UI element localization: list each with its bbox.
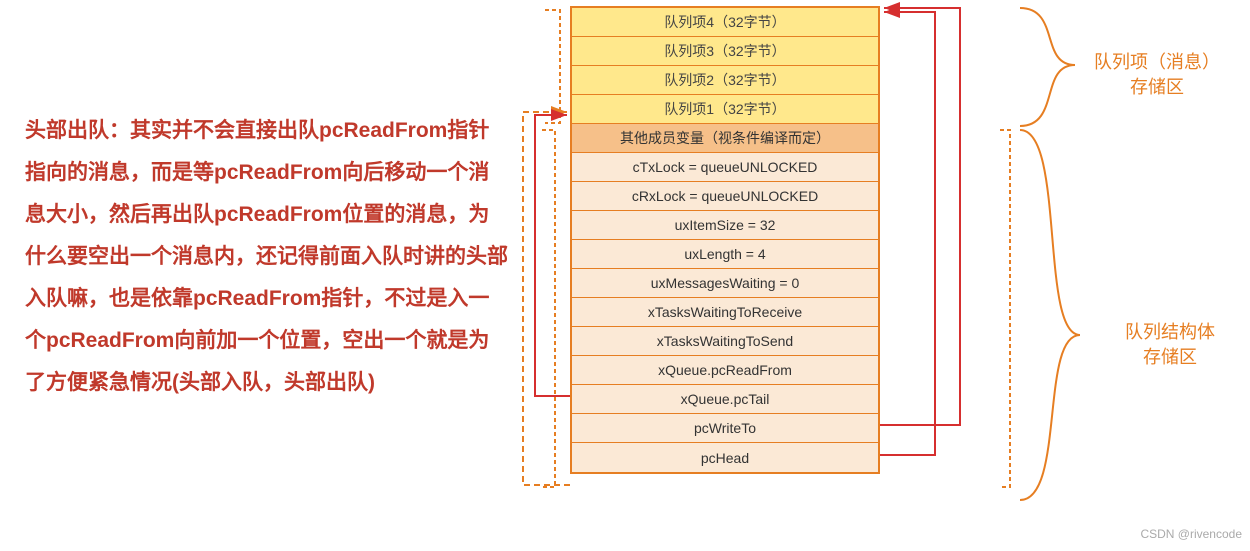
queue-item-2: 队列项2（32字节）: [572, 66, 878, 95]
crxlock-row: cRxLock = queueUNLOCKED: [572, 182, 878, 211]
pchead-row: pcHead: [572, 443, 878, 472]
uxlength-row: uxLength = 4: [572, 240, 878, 269]
diagram-table: 队列项4（32字节） 队列项3（32字节） 队列项2（32字节） 队列项1（32…: [570, 6, 880, 474]
queue-item-1: 队列项1（32字节）: [572, 95, 878, 124]
queue-item-3: 队列项3（32字节）: [572, 37, 878, 66]
pctail-row: xQueue.pcTail: [572, 385, 878, 414]
pcreadfrom-row: xQueue.pcReadFrom: [572, 356, 878, 385]
queue-item-4: 队列项4（32字节）: [572, 8, 878, 37]
xtaskswaitingtoreceive-row: xTasksWaitingToReceive: [572, 298, 878, 327]
ctxlock-row: cTxLock = queueUNLOCKED: [572, 153, 878, 182]
storage-label-bottom: 队列结构体存储区: [1125, 320, 1215, 370]
storage-label-top: 队列项（消息）存储区: [1094, 50, 1220, 100]
uxitemsize-row: uxItemSize = 32: [572, 211, 878, 240]
explanation-text: 头部出队：其实并不会直接出队pcReadFrom指针指向的消息，而是等pcRea…: [25, 110, 510, 404]
watermark-text: CSDN @rivencode: [1140, 527, 1242, 541]
uxmessageswaiting-row: uxMessagesWaiting = 0: [572, 269, 878, 298]
xtaskswaitingtosend-row: xTasksWaitingToSend: [572, 327, 878, 356]
pcwriteto-row: pcWriteTo: [572, 414, 878, 443]
struct-header: 其他成员变量（视条件编译而定）: [572, 124, 878, 153]
